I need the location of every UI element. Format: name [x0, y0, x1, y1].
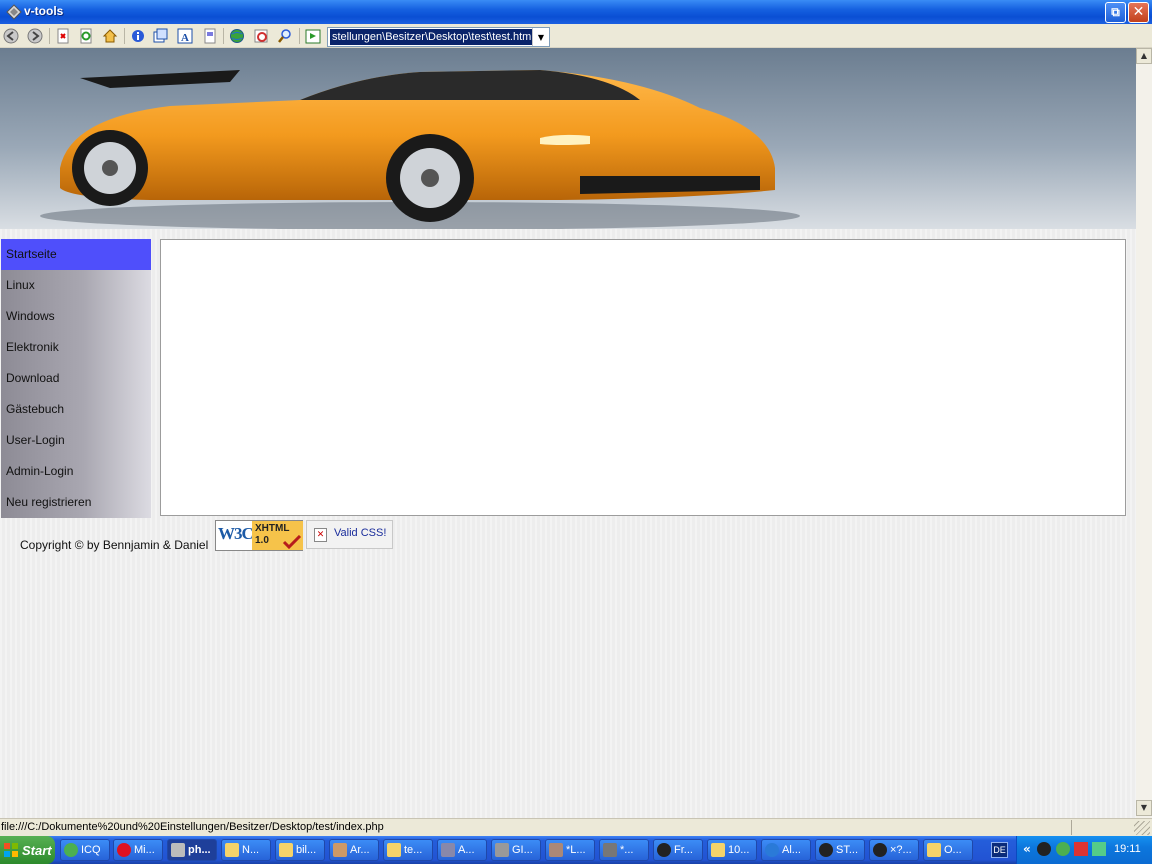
gimp-icon [495, 843, 509, 857]
folder-icon [387, 843, 401, 857]
reload-icon[interactable] [78, 28, 94, 44]
opera-icon [117, 843, 131, 857]
svg-text:A: A [181, 32, 189, 44]
status-text: file:///C:/Dokumente%20und%20Einstellung… [1, 821, 384, 833]
main-content-box [160, 239, 1126, 516]
vtools-icon [171, 843, 185, 857]
broken-image-icon: ✕ [314, 528, 327, 542]
scroll-up-icon[interactable]: ▲ [1136, 48, 1152, 64]
search-icon[interactable] [277, 28, 293, 44]
nav-item-linux[interactable]: Linux [1, 270, 151, 301]
title-bar: v-tools ⧉ ✕ [0, 0, 1152, 24]
address-field[interactable]: stellungen\Besitzer\Desktop\test\test.ht… [327, 27, 550, 47]
drive-icon [441, 843, 455, 857]
flower-icon [64, 843, 78, 857]
nav-item-admin-login[interactable]: Admin-Login [1, 456, 151, 487]
task-fr[interactable]: Fr... [653, 839, 703, 861]
task-o[interactable]: O... [923, 839, 973, 861]
home-icon[interactable] [102, 28, 118, 44]
editor-icon [549, 843, 563, 857]
nav-item-startseite[interactable]: Startseite [1, 239, 151, 270]
task-a[interactable]: A... [437, 839, 487, 861]
task-folder-te[interactable]: te... [383, 839, 433, 861]
nav-item-download[interactable]: Download [1, 363, 151, 394]
xhtml-label: XHTML 1.0 [252, 521, 303, 550]
start-button[interactable]: Start [0, 836, 55, 864]
folder-icon [225, 843, 239, 857]
page-viewport: Startseite Linux Windows Elektronik Down… [0, 48, 1136, 818]
task-folder-bil[interactable]: bil... [275, 839, 325, 861]
vertical-scrollbar[interactable]: ▲ ▼ [1136, 48, 1152, 818]
page-icon[interactable] [202, 28, 218, 44]
app-icon [6, 4, 22, 20]
taskbar: Start ICQ Mi... ph... N... bil... Ar... … [0, 836, 1152, 864]
nav-item-neu-registrieren[interactable]: Neu registrieren [1, 487, 151, 518]
header-banner [0, 48, 1136, 229]
go-icon[interactable] [305, 28, 321, 44]
windows-logo-icon [4, 843, 18, 857]
system-tray: « 19:11 [1016, 836, 1152, 864]
forward-icon[interactable] [27, 28, 43, 44]
nav-item-elektronik[interactable]: Elektronik [1, 332, 151, 363]
toolbar: A [0, 24, 1152, 48]
scroll-down-icon[interactable]: ▼ [1136, 800, 1152, 816]
task-x[interactable]: ×?... [869, 839, 919, 861]
validate-icon[interactable] [253, 28, 269, 44]
task-ie[interactable]: Al... [761, 839, 811, 861]
task-ar[interactable]: Ar... [329, 839, 379, 861]
network-tray-icon[interactable] [1092, 842, 1106, 856]
checkmark-icon [282, 535, 302, 549]
close-button[interactable]: ✕ [1128, 2, 1149, 23]
w3c-xhtml-badge[interactable]: W3C XHTML 1.0 [215, 520, 303, 551]
task-icq[interactable]: ICQ [60, 839, 110, 861]
info-icon[interactable] [130, 28, 146, 44]
nav-item-windows[interactable]: Windows [1, 301, 151, 332]
nav-item-user-login[interactable]: User-Login [1, 425, 151, 456]
copyright-text: Copyright © by Bennjamin & Daniel [20, 538, 209, 552]
task-folder-10[interactable]: 10... [707, 839, 757, 861]
status-bar: file:///C:/Dokumente%20und%20Einstellung… [0, 818, 1152, 836]
resize-grip-icon[interactable] [1134, 821, 1150, 835]
globe-icon[interactable] [229, 28, 245, 44]
folder-icon [927, 843, 941, 857]
stop-icon[interactable] [55, 28, 71, 44]
nav-item-gaestebuch[interactable]: Gästebuch [1, 394, 151, 425]
clock[interactable]: 19:11 [1114, 843, 1141, 855]
chevron-down-icon[interactable]: ▼ [532, 28, 549, 46]
sidebar-nav: Startseite Linux Windows Elektronik Down… [1, 239, 151, 519]
task-gimp[interactable]: GI... [491, 839, 541, 861]
task-st[interactable]: ST... [815, 839, 865, 861]
icq-tray-icon[interactable] [1056, 842, 1070, 856]
task-l[interactable]: *L... [545, 839, 595, 861]
line-icon [603, 843, 617, 857]
window-title: v-tools [24, 4, 64, 18]
task-vtools[interactable]: ph... [167, 839, 217, 861]
car-image [0, 48, 1136, 229]
chevron-left-icon[interactable]: « [1023, 842, 1031, 856]
window-icon[interactable] [152, 28, 168, 44]
antivirus-tray-icon[interactable] [1074, 842, 1088, 856]
steam-tray-icon[interactable] [1037, 842, 1051, 856]
valid-css-badge[interactable]: ✕ Valid CSS! [306, 520, 393, 549]
task-star[interactable]: *... [599, 839, 649, 861]
address-input[interactable]: stellungen\Besitzer\Desktop\test\test.ht… [330, 29, 532, 45]
task-opera[interactable]: Mi... [113, 839, 163, 861]
steam-icon [657, 843, 671, 857]
ie-icon [765, 843, 779, 857]
steam-icon [873, 843, 887, 857]
folder-icon [711, 843, 725, 857]
font-icon[interactable]: A [177, 28, 193, 44]
valid-css-label: Valid CSS! [334, 527, 387, 539]
paint-icon [333, 843, 347, 857]
steam-icon [819, 843, 833, 857]
task-folder-n[interactable]: N... [221, 839, 271, 861]
w3c-logo: W3C [218, 524, 254, 543]
restore-button[interactable]: ⧉ [1105, 2, 1126, 23]
back-icon[interactable] [3, 28, 19, 44]
folder-icon [279, 843, 293, 857]
language-indicator[interactable]: DE [991, 842, 1008, 858]
